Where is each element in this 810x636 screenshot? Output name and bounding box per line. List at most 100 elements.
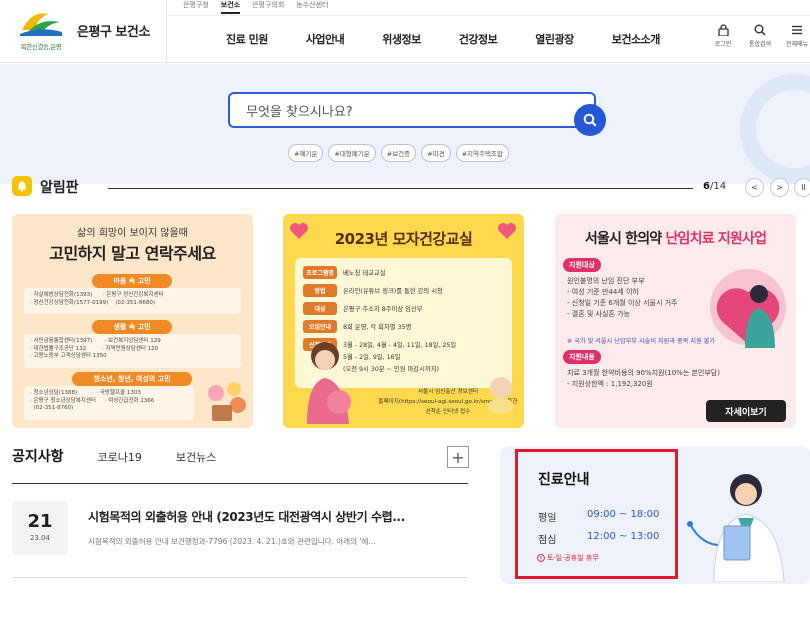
- keyword-tag[interactable]: #지역주택조합: [455, 144, 509, 162]
- notice-date: 21 23.04: [12, 501, 68, 555]
- notice-bottom-divider: [12, 577, 468, 578]
- search-hero: 무엇을 찾으시나요? #예기운 #대형폐기운 #보건증 #미견 #지역주택조합: [0, 64, 810, 184]
- search-icon: [583, 113, 597, 127]
- family-link[interactable]: 은평구청: [183, 0, 209, 14]
- banner-subtitle: 삶의 희망이 보이지 않을때: [77, 228, 188, 239]
- site-logo[interactable]: 복한신결승,은평: [10, 8, 72, 56]
- family-link-active[interactable]: 보건소: [220, 0, 241, 14]
- banner-title-part: 서울시 한의약: [584, 231, 666, 247]
- weekday-label: 평일: [538, 513, 557, 524]
- section-pill: 마음 속 고민: [92, 274, 172, 288]
- logo-slogan: 복한신결승,은평: [20, 43, 62, 51]
- info-row: 방법 온라인(유튜브 링크)를 통한 강의 시청: [303, 284, 443, 297]
- banner-infertility-support[interactable]: 서울시 한의약 난임치료 지원사업 지원대상 원인불명의 난임 진단 부부 - …: [555, 214, 796, 428]
- more-notices-button[interactable]: +: [447, 446, 469, 468]
- header-divider: [166, 0, 167, 63]
- nav-item-open-square[interactable]: 열린광장: [535, 31, 574, 47]
- notice-title-link[interactable]: 시험목적의 외출허용 안내 (2023년도 대전광역시 상반기 수렵...: [88, 508, 405, 525]
- family-link[interactable]: 농수산센터: [296, 0, 328, 14]
- clinic-hours-panel: 진료안내 평일 09:00 ~ 18:00 점심 12:00 ~ 13:00 토…: [515, 449, 678, 579]
- info-label: 프로그램명: [303, 266, 337, 279]
- board-divider: [108, 188, 693, 189]
- section-contacts: · 청소년상담(1388) · 국방헬프콜 1303 · 은평구 청소년상담복지…: [24, 386, 194, 420]
- site-header: 복한신결승,은평 은평구 보건소 은평구청 보건소 은평구의회 농수산센터 진료…: [0, 0, 810, 63]
- support-target-list: 원인불명의 난임 진단 부부 - 여성 기준 만44세 이하 - 신청일 기준 …: [567, 277, 678, 318]
- banner-next-button[interactable]: >: [770, 178, 789, 197]
- keyword-tag[interactable]: #미견: [421, 144, 451, 162]
- support-content-list: 치료 3개월 한약비용의 90%지원(10%는 본인부담) - 지원상한액 : …: [567, 369, 720, 388]
- banner-pager: 6/14: [703, 181, 726, 192]
- info-row: 대상 은평구 주소지 8주이상 임산부: [303, 302, 423, 315]
- section-contacts: · 서민금융통합센터(1397) · 보건복지상담센터 129 · 대한법률구조…: [24, 334, 241, 368]
- tab-health-news[interactable]: 보건뉴스: [176, 449, 216, 465]
- nav-item-about[interactable]: 보건소소개: [612, 31, 661, 47]
- banner-suicide-prevention[interactable]: 삶의 희망이 보이지 않을때 고민하지 말고 연락주세요 마음 속 고민 · 자…: [12, 214, 253, 428]
- section-pill: 생활 속 고민: [92, 320, 172, 334]
- nav-item-hygiene[interactable]: 위생정보: [382, 31, 421, 47]
- info-label: 모집안내: [303, 320, 337, 333]
- chevron-right-icon: >: [776, 183, 783, 192]
- detail-button[interactable]: 자세이보기: [706, 400, 786, 422]
- banner-title: 고민하지 말고 연락주세요: [49, 244, 216, 263]
- info-value: 8회 운영, 각 회차별 35명: [343, 324, 412, 331]
- info-label: 방법: [303, 284, 337, 297]
- keyword-tag[interactable]: #예기운: [288, 144, 324, 162]
- pause-icon: II: [801, 183, 806, 192]
- notice-board-header: 알림판 6/14 < > II: [0, 172, 810, 204]
- decorative-ring: [740, 74, 810, 184]
- lunch-hours-row: 점심 12:00 ~ 13:00: [538, 531, 659, 546]
- clinic-title: 진료안내: [538, 472, 590, 488]
- info-value: 은평구 주소지 8주이상 임산부: [343, 306, 423, 313]
- all-menu-button[interactable]: 전체메뉴: [782, 24, 810, 48]
- baby-illustration-icon: [488, 377, 514, 414]
- notice-summary: 시험목적의 외출허용 안내 보건행정과-7796 (2023. 4. 21.)호…: [88, 537, 376, 546]
- tab-covid19[interactable]: 코로나19: [98, 449, 142, 465]
- pregnant-woman-illustration-icon: [307, 342, 351, 424]
- banner-pause-button[interactable]: II: [794, 178, 810, 197]
- info-row: 프로그램명 베노칭 태교교실: [303, 266, 386, 279]
- main-nav: 진료 민원 사업안내 위생정보 건강정보 열린광장 보건소소개: [226, 31, 698, 47]
- all-menu-label: 전체메뉴: [785, 41, 809, 48]
- keyword-tag[interactable]: #보건증: [380, 144, 417, 162]
- family-link[interactable]: 은평구의회: [252, 0, 284, 14]
- brand-name[interactable]: 은평구 보건소: [77, 21, 150, 40]
- family-site-bar: 은평구청 보건소 은평구의회 농수산센터: [183, 0, 329, 14]
- pager-current: 6: [703, 181, 710, 192]
- search-submit-button[interactable]: [574, 104, 606, 136]
- popular-keywords: #예기운 #대형폐기운 #보건증 #미견 #지역주택조합: [288, 144, 509, 162]
- section-contacts: · 자살예방상담전화(1393) · 은평구 정신건강복지센터 · 정신건강상담…: [24, 288, 241, 314]
- lunch-time: 12:00 ~ 13:00: [587, 531, 660, 542]
- info-circle-icon: [537, 554, 545, 562]
- info-value: 베노칭 태교교실: [343, 270, 386, 277]
- weekday-time: 09:00 ~ 18:00: [587, 509, 660, 520]
- banner-maternal-health-class[interactable]: 2023년 모자건강교실 프로그램명 베노칭 태교교실 방법 온라인(유튜브 링…: [283, 214, 524, 428]
- banner-title-highlight: 난임치료 지원사업: [665, 231, 767, 247]
- woman-heart-illustration-icon: [710, 269, 786, 348]
- total-search-button[interactable]: 통합검색: [745, 24, 775, 48]
- nav-item-clinic[interactable]: 진료 민원: [226, 31, 268, 47]
- nav-item-business[interactable]: 사업안내: [306, 31, 345, 47]
- board-title: 알림판: [40, 180, 79, 196]
- tab-notices[interactable]: 공지사항: [12, 446, 64, 466]
- search-input[interactable]: 무엇을 찾으시나요?: [228, 92, 596, 128]
- notice-tabs: 공지사항 코로나19 보건뉴스: [12, 446, 250, 466]
- notice-day: 21: [27, 511, 53, 532]
- login-label: 로그인: [714, 41, 732, 48]
- topbar-divider: [166, 15, 810, 16]
- keyword-tag[interactable]: #대형폐기운: [328, 144, 376, 162]
- pager-total: /14: [709, 181, 727, 192]
- section-pill: 지원내용: [563, 350, 601, 364]
- info-row: 모집안내 8회 운영, 각 회차별 35명: [303, 320, 411, 333]
- login-button[interactable]: 로그인: [708, 24, 738, 48]
- chevron-left-icon: <: [751, 183, 758, 192]
- notice-year-month: 23.04: [29, 534, 51, 542]
- lunch-label: 점심: [538, 535, 557, 546]
- section-pill: 청소년, 청년, 여성의 고민: [72, 372, 192, 386]
- banner-prev-button[interactable]: <: [745, 178, 764, 197]
- info-value: 온라인(유튜브 링크)를 통한 강의 시청: [343, 288, 443, 295]
- bell-icon: [12, 176, 32, 196]
- notice-divider: [12, 483, 468, 484]
- plus-icon: +: [451, 447, 465, 467]
- nav-item-health[interactable]: 건강정보: [459, 31, 498, 47]
- support-note: ※ 국가 및 서울시 난임부부 시술비 지원과 중복 지원 불가: [567, 338, 716, 345]
